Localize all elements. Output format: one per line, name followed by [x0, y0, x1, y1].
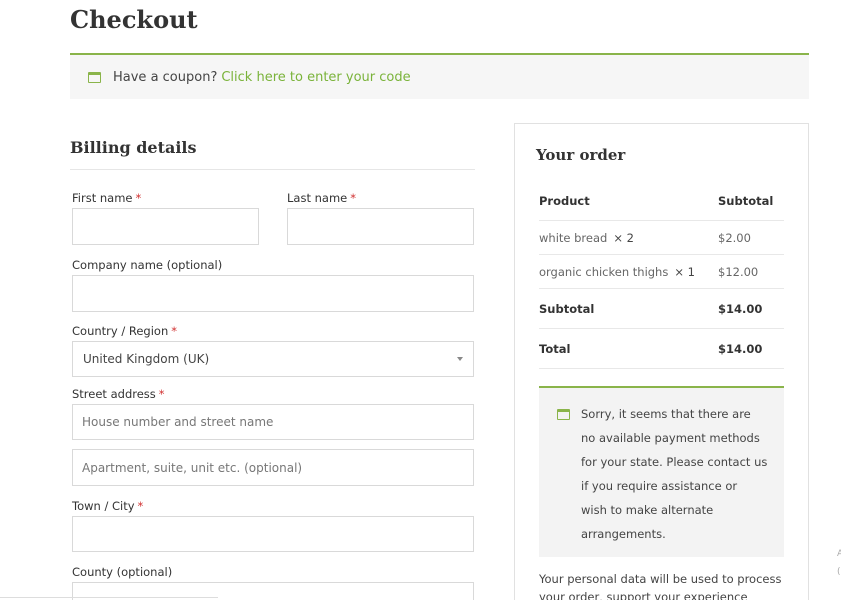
subtotal-value: $14.00: [718, 301, 763, 316]
column-header-product: Product: [539, 193, 590, 208]
notice-line: wish to make alternate: [581, 503, 714, 517]
notice-line: Sorry, it seems that there are: [581, 407, 751, 421]
required-mark: *: [158, 387, 165, 401]
required-mark: *: [171, 324, 177, 338]
chevron-down-icon: [457, 357, 463, 361]
table-row: white bread × 2 $2.00: [539, 221, 784, 255]
required-mark: *: [350, 191, 356, 205]
privacy-line: your order, support your experience: [539, 590, 748, 600]
street-address-label: Street address *: [72, 387, 165, 401]
country-select-value: United Kingdom (UK): [83, 352, 210, 366]
notice-line: no available payment methods: [581, 431, 760, 445]
country-select[interactable]: United Kingdom (UK): [72, 341, 474, 377]
privacy-line: Your personal data will be used to proce…: [539, 572, 782, 586]
country-label: Country / Region *: [72, 324, 177, 338]
column-header-subtotal: Subtotal: [718, 193, 774, 208]
last-name-label: Last name *: [287, 191, 356, 205]
page-title: Checkout: [70, 5, 198, 34]
order-table: Product Subtotal white bread × 2 $2.00 or…: [539, 181, 784, 369]
product-price: $2.00: [718, 230, 751, 245]
table-header-row: Product Subtotal: [539, 181, 784, 221]
notice-line: arrangements.: [581, 527, 666, 541]
privacy-policy-text: Your personal data will be used to proce…: [539, 570, 789, 600]
apartment-input[interactable]: [72, 449, 474, 486]
notice-line: if you require assistance or: [581, 479, 738, 493]
coupon-prompt: Have a coupon?: [113, 69, 218, 85]
county-label: County (optional): [72, 565, 173, 579]
window-icon: [557, 409, 570, 420]
product-name: organic chicken thighs: [539, 264, 669, 279]
total-label: Total: [539, 341, 571, 356]
table-row: organic chicken thighs × 1 $12.00: [539, 255, 784, 289]
last-name-input[interactable]: [287, 208, 474, 245]
product-quantity: × 1: [674, 264, 695, 279]
first-name-input[interactable]: [72, 208, 259, 245]
required-mark: *: [135, 191, 142, 205]
payment-notice-text: Sorry, it seems that there are no availa…: [581, 402, 777, 546]
total-value: $14.00: [718, 341, 763, 356]
town-city-label: Town / City *: [72, 499, 144, 513]
subtotal-row: Subtotal $14.00: [539, 289, 784, 329]
payment-notice: Sorry, it seems that there are no availa…: [539, 386, 784, 557]
total-row: Total $14.00: [539, 329, 784, 369]
edge-text: (: [837, 567, 841, 577]
edge-text: A: [837, 549, 841, 559]
product-name: white bread: [539, 230, 608, 245]
first-name-label: First name *: [72, 191, 142, 205]
coupon-notice: Have a coupon? Click here to enter your …: [70, 53, 809, 99]
town-city-input[interactable]: [72, 516, 474, 552]
product-price: $12.00: [718, 264, 759, 279]
divider: [0, 597, 218, 598]
street-address-input[interactable]: [72, 404, 474, 440]
required-mark: *: [137, 499, 144, 513]
subtotal-label: Subtotal: [539, 301, 595, 316]
window-icon: [88, 71, 101, 83]
product-quantity: × 2: [613, 230, 634, 245]
company-name-input[interactable]: [72, 275, 474, 312]
your-order-heading: Your order: [536, 146, 626, 164]
notice-line: for your state. Please contact us: [581, 455, 768, 469]
divider: [70, 169, 475, 170]
billing-details-heading: Billing details: [70, 138, 197, 157]
coupon-link[interactable]: Click here to enter your code: [221, 70, 410, 85]
company-name-label: Company name (optional): [72, 258, 223, 272]
